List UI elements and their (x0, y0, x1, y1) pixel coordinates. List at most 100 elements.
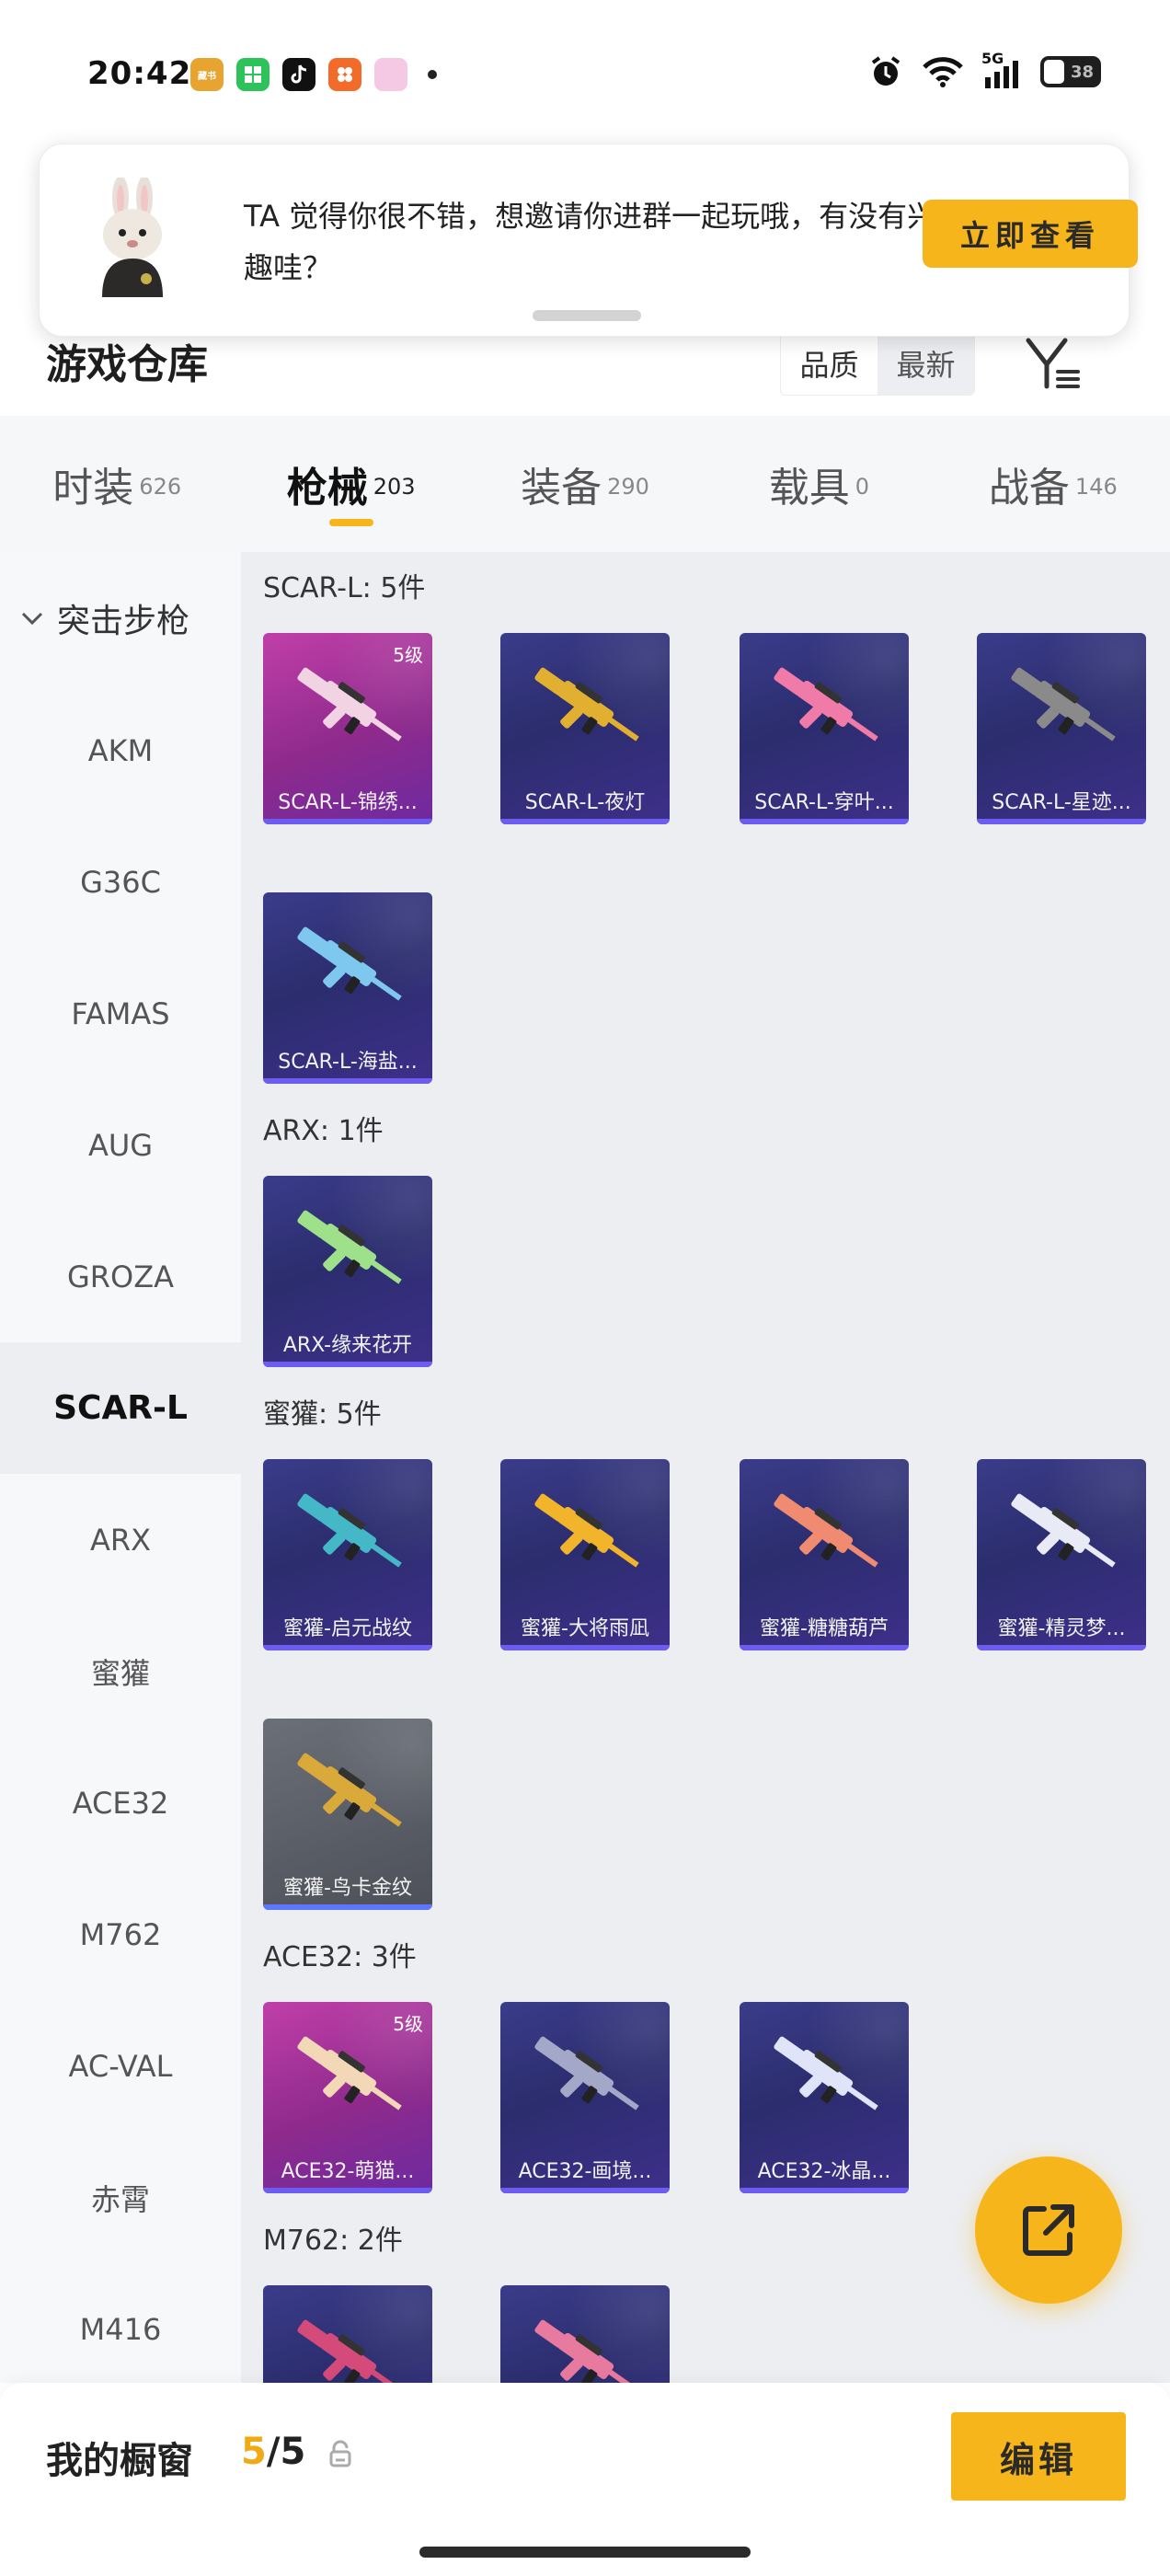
rarity-bar (500, 819, 670, 824)
skin-card[interactable]: 蜜獾-鸟卡金纹 (263, 1719, 432, 1910)
skin-card[interactable]: 蜜獾-启元战纹 (263, 1459, 432, 1650)
skin-card[interactable]: SCAR-L-海盐... (263, 892, 432, 1084)
sort-by-newest[interactable]: 最新 (878, 332, 974, 395)
skin-card[interactable]: ACE32-画境... (500, 2002, 670, 2193)
rarity-bar (263, 1645, 432, 1650)
home-indicator[interactable] (419, 2547, 751, 2558)
skin-card[interactable]: ACE32-冰晶... (740, 2002, 909, 2193)
skin-name: ARX-缘来花开 (282, 1334, 413, 1357)
rarity-bar (263, 1078, 432, 1084)
tab-vehicles[interactable]: 载具 0 (702, 416, 935, 552)
weapon-sidebar: 突击步枪 AKM G36C FAMAS AUG GROZA SCAR-L ARX… (0, 552, 241, 2383)
rifle-icon (534, 667, 639, 742)
rarity-bar (740, 2188, 909, 2193)
skin-name: SCAR-L-穿叶... (754, 791, 894, 814)
rarity-bar (263, 2188, 432, 2193)
tab-firearms[interactable]: 枪械 203 (234, 416, 467, 552)
skin-card[interactable]: SCAR-L-穿叶... (740, 633, 909, 824)
skin-card[interactable]: 蜜獾-大将雨凪 (500, 1459, 670, 1650)
rifle-icon (1011, 667, 1116, 742)
app-icon-2 (236, 58, 270, 91)
sidebar-item-scar-l[interactable]: SCAR-L (0, 1342, 241, 1474)
rarity-bar (263, 1362, 432, 1367)
sidebar-item-m416[interactable]: M416 (0, 2263, 241, 2395)
popup-drag-handle[interactable] (533, 310, 641, 321)
active-tab-indicator (328, 519, 373, 526)
group-invite-popup[interactable]: TA 觉得你很不错，想邀请你进群一起玩哦，有没有兴趣哇？ 立即查看 (39, 144, 1138, 337)
app-icon-1: 藏书 (190, 58, 224, 91)
sidebar-item-aug[interactable]: AUG (0, 1079, 241, 1211)
tab-supplies[interactable]: 战备 146 (936, 416, 1170, 552)
tab-fashion[interactable]: 时装 626 (0, 416, 234, 552)
skin-name: SCAR-L-海盐... (278, 1051, 418, 1074)
rifle-icon (774, 1493, 878, 1568)
system-icons: 5G 38 (867, 50, 1101, 90)
page-title: 游戏仓库 (46, 341, 208, 388)
rifle-icon (534, 2319, 639, 2383)
status-bar: 20:42 藏书 5G 38 (0, 0, 1170, 147)
rarity-bar (740, 1645, 909, 1650)
sidebar-group-assault-rifles[interactable]: 突击步枪 (0, 552, 241, 684)
sidebar-item-ace32[interactable]: ACE32 (0, 1737, 241, 1869)
sidebar-item-ac-val[interactable]: AC-VAL (0, 2000, 241, 2132)
edit-button[interactable]: 编辑 (951, 2412, 1126, 2501)
sort-by-quality[interactable]: 品质 (781, 332, 878, 395)
category-tabs: 时装 626 枪械 203 装备 290 载具 0 战备 146 (0, 416, 1170, 552)
skin-card[interactable]: ARX-缘来花开 (263, 1176, 432, 1367)
sidebar-item-famas[interactable]: FAMAS (0, 948, 241, 1079)
share-button[interactable] (975, 2156, 1122, 2304)
skin-name: SCAR-L-锦绣... (278, 791, 418, 814)
chevron-down-icon (21, 612, 43, 626)
sort-toggle[interactable]: 品质 最新 (780, 331, 975, 396)
rifle-icon (297, 1210, 402, 1284)
sidebar-item-arx[interactable]: ARX (0, 1474, 241, 1605)
rifle-icon (297, 667, 402, 742)
sidebar-item-akm[interactable]: AKM (0, 684, 241, 816)
rifle-icon (774, 667, 878, 742)
rifle-icon (297, 1493, 402, 1568)
rarity-bar (977, 819, 1146, 824)
rifle-icon (534, 1493, 639, 1568)
rabbit-avatar (102, 178, 163, 297)
skin-name: 蜜獾-鸟卡金纹 (283, 1877, 412, 1900)
sidebar-item-groza[interactable]: GROZA (0, 1211, 241, 1342)
lock-icon (329, 2440, 351, 2467)
showcase-count: 5/5 (241, 2431, 306, 2473)
skin-card[interactable]: 5级 SCAR-L-锦绣... (263, 633, 432, 824)
skin-card[interactable] (500, 2285, 670, 2383)
section-title: ARX: 1件 (263, 1115, 384, 1147)
rifle-icon (534, 2036, 639, 2110)
warehouse-screen: { "status_bar": { "time": "20:42", "noti… (0, 0, 1170, 2576)
tab-equipment[interactable]: 装备 290 (468, 416, 702, 552)
showcase-bar: 我的橱窗 5/5 编辑 (0, 2383, 1170, 2576)
wifi-icon (923, 57, 963, 87)
skin-name: ACE32-萌猫... (281, 2160, 415, 2183)
skin-name: 蜜獾-启元战纹 (283, 1617, 412, 1640)
skin-card[interactable]: 蜜獾-精灵梦... (977, 1459, 1146, 1650)
skin-card[interactable]: 5级 ACE32-萌猫... (263, 2002, 432, 2193)
rifle-icon (774, 2036, 878, 2110)
alarm-icon (871, 56, 900, 86)
app-icon-5 (374, 58, 407, 91)
sidebar-item-honey-badger[interactable]: 蜜獾 (0, 1605, 241, 1737)
skin-name: ACE32-画境... (518, 2160, 652, 2183)
sidebar-item-g36c[interactable]: G36C (0, 816, 241, 948)
rifle-icon (297, 2036, 402, 2110)
sidebar-item-m762[interactable]: M762 (0, 1869, 241, 2000)
skin-card[interactable]: SCAR-L-夜灯 (500, 633, 670, 824)
popup-message: TA 觉得你很不错，想邀请你进群一起玩哦，有没有兴趣哇？ (244, 199, 937, 285)
skin-card[interactable]: 蜜獾-糖糖葫芦 (740, 1459, 909, 1650)
section-title: ACE32: 3件 (263, 1941, 417, 1973)
section-title: SCAR-L: 5件 (263, 572, 426, 604)
skin-card[interactable] (263, 2285, 432, 2383)
sidebar-item-chixiao[interactable]: 赤霄 (0, 2132, 241, 2263)
signal-icon: 5G (981, 50, 1024, 90)
rarity-bar (500, 1645, 670, 1650)
tiktok-icon (282, 58, 315, 91)
filter-icon[interactable] (1021, 331, 1085, 396)
rarity-bar (263, 819, 432, 824)
view-now-button[interactable]: 立即查看 (923, 200, 1138, 268)
notification-icons: 藏书 (190, 58, 437, 91)
rifle-icon (297, 2319, 402, 2383)
skin-card[interactable]: SCAR-L-星迹... (977, 633, 1146, 824)
